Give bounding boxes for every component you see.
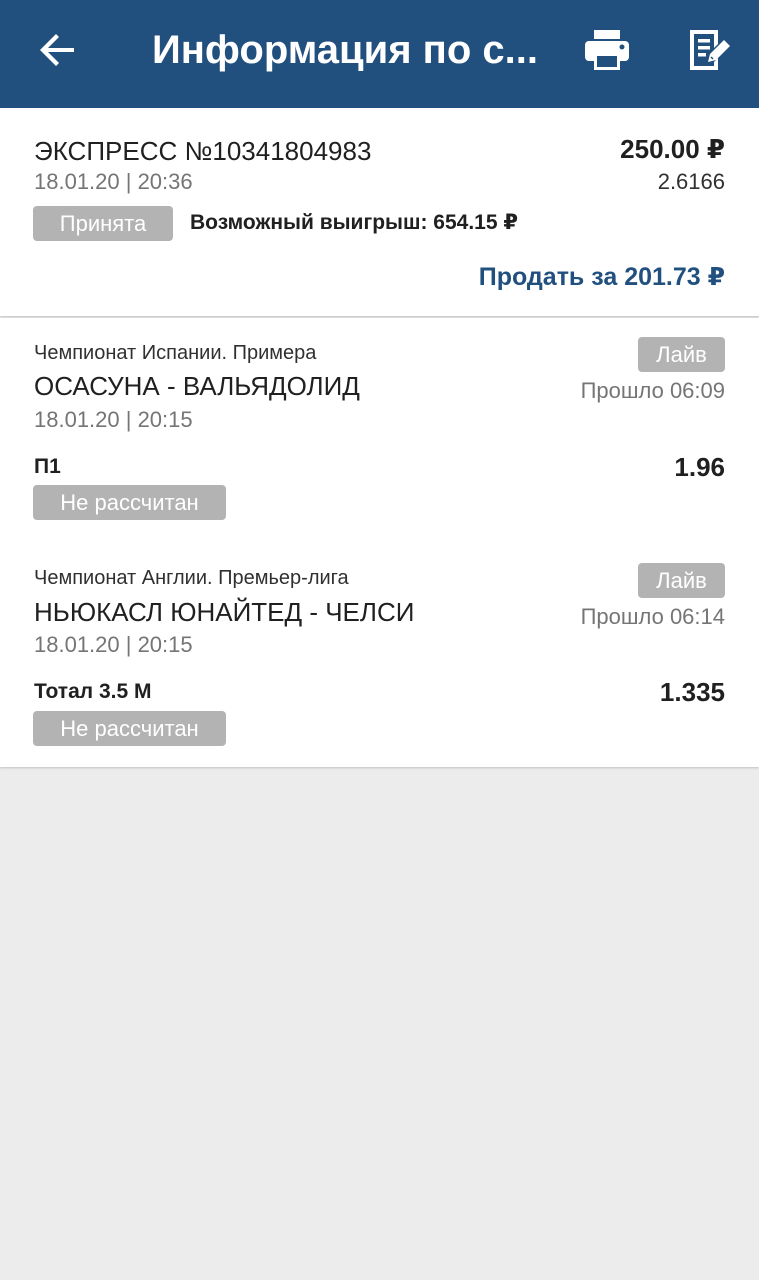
sell-bet-button[interactable]: Продать за 201.73 ₽: [479, 261, 725, 293]
event-outcome: Тотал 3.5 М: [34, 680, 152, 703]
event-match: ОСАСУНА - ВАЛЬЯДОЛИД: [34, 371, 360, 401]
bet-date: 18.01.20 | 20:36: [34, 169, 193, 194]
event-match: НЬЮКАСЛ ЮНАЙТЕД - ЧЕЛСИ: [34, 597, 415, 627]
app-bar: Информация по с...: [0, 0, 759, 108]
bet-status-badge: Принята: [33, 206, 173, 241]
bet-stake: 250.00 ₽: [620, 134, 725, 164]
event-elapsed-time: Прошло 06:09: [580, 378, 725, 403]
event-elapsed-time: Прошло 06:14: [580, 604, 725, 629]
edit-icon[interactable]: [684, 26, 732, 74]
page-title: Информация по с...: [152, 28, 538, 72]
bet-summary-card: ЭКСПРЕСС №10341804983 250.00 ₽ 18.01.20 …: [0, 108, 759, 316]
bet-total-coefficient: 2.6166: [657, 169, 725, 194]
possible-winning: Возможный выигрыш: 654.15 ₽: [190, 211, 518, 234]
event-date: 18.01.20 | 20:15: [34, 632, 193, 657]
event-result-badge: Не рассчитан: [33, 485, 226, 520]
event-odds: 1.335: [659, 677, 725, 707]
event-league: Чемпионат Испании. Примера: [34, 342, 317, 364]
event-outcome: П1: [34, 455, 61, 478]
event-league: Чемпионат Англии. Премьер-лига: [34, 567, 349, 589]
live-badge: Лайв: [638, 337, 725, 372]
back-arrow-icon[interactable]: [34, 26, 82, 74]
live-badge: Лайв: [638, 563, 725, 598]
event-result-badge: Не рассчитан: [33, 711, 226, 746]
event-odds: 1.96: [674, 452, 725, 482]
event-date: 18.01.20 | 20:15: [34, 407, 193, 432]
print-icon[interactable]: [583, 28, 631, 72]
bet-number: ЭКСПРЕСС №10341804983: [34, 136, 372, 166]
bet-events-card: Чемпионат Испании. Примера Лайв ОСАСУНА …: [0, 318, 759, 767]
